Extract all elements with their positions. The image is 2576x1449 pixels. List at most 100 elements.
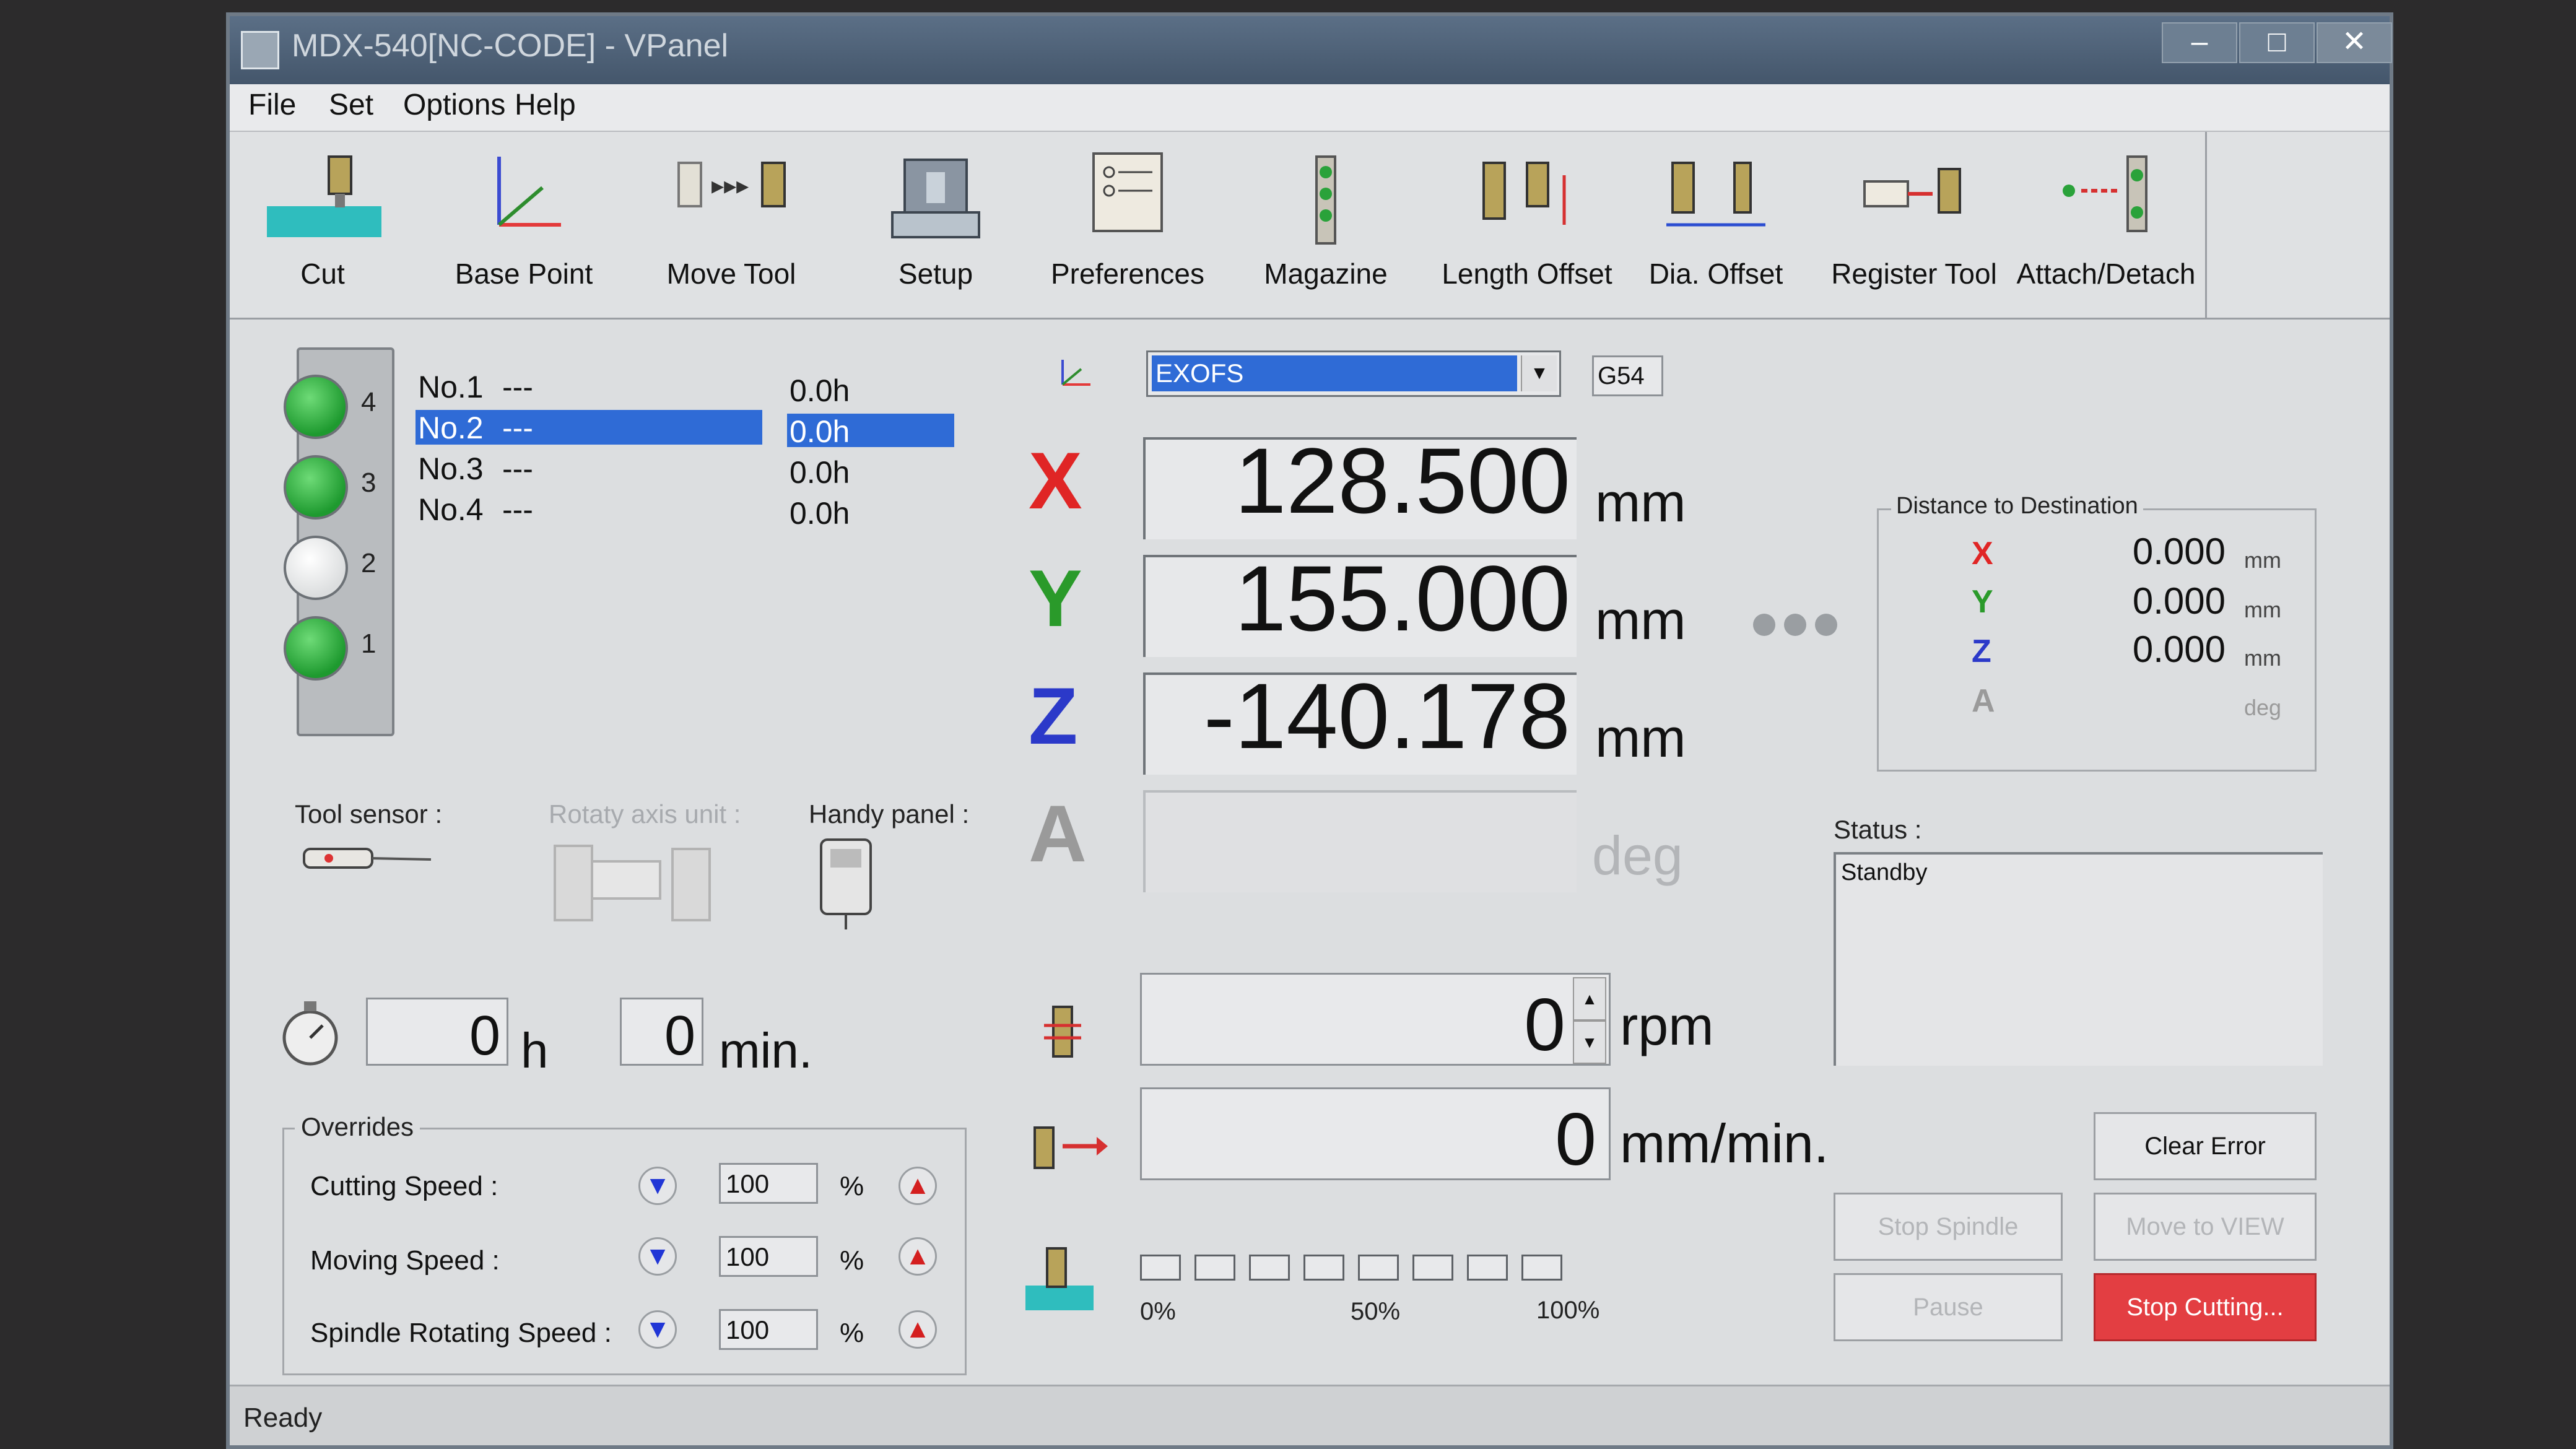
toolbar-label: Register Tool: [1831, 258, 1997, 290]
chevron-down-icon[interactable]: ▼: [1521, 355, 1557, 391]
register-tool-icon: [1863, 168, 1961, 214]
menu-bar: File Set Options Help: [230, 84, 2390, 132]
spindle-icon: [1044, 1006, 1081, 1058]
register-tool-button[interactable]: Register Tool: [1831, 138, 1997, 311]
status-box: Standby: [1834, 852, 2323, 1066]
slot-number: 3: [361, 468, 376, 498]
a-unit: deg: [1592, 825, 1683, 886]
progress-segment: [1358, 1255, 1399, 1281]
clear-error-button[interactable]: Clear Error: [2094, 1112, 2317, 1180]
cutting-speed-label: Cutting Speed :: [310, 1171, 498, 1201]
spindle-speed-label: Spindle Rotating Speed :: [310, 1318, 612, 1348]
menu-help[interactable]: Help: [515, 88, 576, 122]
progress-segment: [1303, 1255, 1344, 1281]
cutting-speed-up-button[interactable]: ▲: [899, 1167, 937, 1205]
move-to-view-button[interactable]: Move to VIEW: [2094, 1193, 2317, 1261]
tool-sensor-label: Tool sensor :: [295, 799, 443, 829]
base-point-icon: [497, 157, 561, 227]
x-position-field: 128.500: [1143, 429, 1577, 539]
magazine-button[interactable]: Magazine: [1258, 138, 1394, 311]
toolbar-label: Magazine: [1264, 258, 1388, 290]
main-panel: 4 3 2 1 No.1 --- 0.0h No.2 --- 0.0h No.3…: [230, 320, 2390, 1386]
minutes-field: 0: [620, 998, 703, 1067]
moving-speed-field[interactable]: 100: [719, 1236, 818, 1277]
z-unit: mm: [1595, 707, 1686, 768]
stopwatch-icon: [282, 1001, 338, 1066]
spindle-up-arrow[interactable]: ▲: [1573, 977, 1606, 1020]
magazine-indicator: 4 3 2 1: [284, 347, 394, 736]
move-tool-button[interactable]: ▸▸▸ Move Tool: [657, 138, 806, 311]
spindle-speed-value: 0: [1524, 983, 1565, 1066]
stop-spindle-button[interactable]: Stop Spindle: [1834, 1193, 2063, 1261]
tool-desc: ---: [502, 492, 533, 527]
setup-button[interactable]: Setup: [868, 138, 1004, 311]
moving-speed-down-button[interactable]: ▼: [638, 1237, 677, 1276]
tool-name: No.2: [416, 410, 762, 445]
stop-cutting-button[interactable]: Stop Cutting...: [2094, 1273, 2317, 1341]
pause-button[interactable]: Pause: [1834, 1273, 2063, 1341]
window-title: MDX-540[NC-CODE] - VPanel: [292, 28, 729, 64]
hours-field: 0: [366, 998, 508, 1067]
app-icon: [241, 31, 279, 69]
dest-a-unit: deg: [2244, 695, 2282, 720]
cut-button[interactable]: Cut: [255, 138, 391, 311]
dest-y-unit: mm: [2244, 597, 2281, 622]
spindle-speed-down-button[interactable]: ▼: [638, 1310, 677, 1349]
minimize-button[interactable]: –: [2162, 22, 2237, 63]
x-unit: mm: [1595, 472, 1686, 533]
tool-time: 0.0h: [790, 373, 850, 408]
dest-y-value: 0.000: [2132, 580, 2226, 622]
maximize-button[interactable]: □: [2239, 22, 2315, 63]
spindle-speed-up-button[interactable]: ▲: [899, 1310, 937, 1349]
status-bar: Ready: [230, 1385, 2390, 1445]
hours-value: 0: [469, 1005, 500, 1067]
indicator-dot: [1753, 614, 1775, 636]
cutting-speed-down-button[interactable]: ▼: [638, 1167, 677, 1205]
tool-row-1[interactable]: No.1 --- 0.0h: [416, 369, 1159, 408]
spindle-speed-field[interactable]: 100: [719, 1309, 818, 1350]
axis-x-label: X: [1029, 435, 1082, 526]
dest-z-unit: mm: [2244, 645, 2281, 671]
attach-detach-button[interactable]: Attach/Detach: [2017, 138, 2195, 311]
cutting-speed-field[interactable]: 100: [719, 1163, 818, 1204]
y-unit: mm: [1595, 590, 1686, 651]
slot-lamp-4: [284, 375, 348, 439]
y-position-value: 155.000: [1234, 546, 1570, 650]
progress-label-50: 50%: [1351, 1298, 1401, 1325]
menu-set[interactable]: Set: [329, 88, 373, 122]
handy-panel-label: Handy panel :: [809, 799, 970, 829]
destination-title: Distance to Destination: [1891, 493, 2143, 520]
toolbar-label: Base Point: [455, 258, 593, 290]
spindle-down-arrow[interactable]: ▼: [1573, 1020, 1606, 1064]
progress-segment: [1521, 1255, 1562, 1281]
slot-lamp-2: [284, 536, 348, 600]
axis-y-label: Y: [1029, 553, 1082, 643]
hours-unit: h: [521, 1023, 549, 1078]
progress-label-100: 100%: [1536, 1297, 1600, 1324]
dia-offset-button[interactable]: Dia. Offset: [1642, 138, 1790, 311]
menu-file[interactable]: File: [248, 88, 296, 122]
toolbar-label: Length Offset: [1442, 258, 1612, 290]
dest-y-label: Y: [1972, 584, 1993, 620]
length-offset-button[interactable]: Length Offset: [1442, 138, 1612, 311]
percent-unit: %: [840, 1245, 864, 1276]
moving-speed-label: Moving Speed :: [310, 1245, 500, 1276]
setup-icon: [891, 159, 980, 238]
coordinate-system-select[interactable]: EXOFS ▼: [1146, 350, 1561, 397]
z-position-value: -140.178: [1203, 664, 1570, 768]
tool-time: 0.0h: [790, 496, 850, 531]
y-position-field: 155.000: [1143, 546, 1577, 657]
status-text: Standby: [1841, 859, 1928, 886]
close-button[interactable]: ✕: [2317, 22, 2392, 63]
axis-a-label: A: [1029, 788, 1087, 879]
moving-speed-up-button[interactable]: ▲: [899, 1237, 937, 1276]
axis-z-label: Z: [1029, 671, 1078, 761]
overrides-title: Overrides: [295, 1112, 420, 1142]
cutting-progress-icon: [1025, 1247, 1094, 1310]
preferences-button[interactable]: Preferences: [1051, 138, 1204, 311]
base-point-button[interactable]: Base Point: [455, 138, 593, 311]
toolbar-label: Setup: [898, 258, 973, 290]
tool-time: 0.0h: [787, 414, 954, 449]
indicator-dot: [1784, 614, 1806, 636]
menu-options[interactable]: Options: [403, 88, 505, 122]
